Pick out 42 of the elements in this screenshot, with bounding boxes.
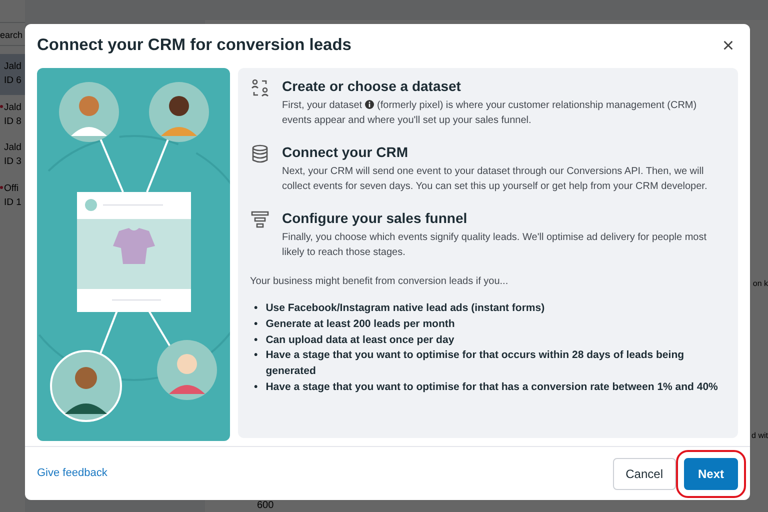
benefit-item: Have a stage that you want to optimise for that has a conversion rate between 1% and 40% [266,380,718,395]
dataset-icon [250,78,270,98]
info-icon[interactable] [365,100,374,109]
step-title: Connect your CRM [282,143,409,162]
database-icon [250,144,270,164]
benefit-item: Can upload data at least once per day [266,332,454,348]
intro-text: Your business might benefit from conversion leads if you... [250,275,510,289]
benefit-item: Generate at least 200 leads per month [266,316,455,332]
item-id: ID 8 [4,114,22,129]
step-description: Finally, you choose which events signify quality leads. We'll optimise ad delivery for people most likely to reach those stages. [282,231,708,260]
bullet-mark: • [254,348,258,364]
item-title: Jald [4,60,22,74]
dialog-title: Connect your CRM for conversion leads [37,36,352,56]
item-title: Jald [4,100,22,114]
benefit-item: Have a stage that you want to optimise for that occurs within 28 days of leads being generated [266,348,686,379]
bullet-mark: • [254,301,258,316]
close-button[interactable]: × [718,36,738,56]
step-description: (formerly pixel) is where your customer relationship management (CRM) [377,100,697,111]
item-id: ID 1 [4,196,22,210]
list-item[interactable]: Offi ID 1 [0,176,25,216]
step-description: First, your dataset [282,100,362,111]
step-description: Next, your CRM will send one event to your dataset through our Conversions API. Then, we will collect events for seven days. You can set this up yourself or get help from your CRM developer. [282,165,708,194]
step-description: events appear and where you'll set up your sales funnel. [282,114,532,128]
list-item[interactable]: Jald ID 3 [0,135,25,176]
item-id: ID 6 [4,74,22,88]
feedback-link[interactable]: Give feedback [37,465,108,482]
benefit-item: Use Facebook/Instagram native lead ads (instant forms) [266,301,545,316]
list-item[interactable]: Jald ID 6 [0,54,25,94]
step-title: Configure your sales funnel [282,209,468,228]
list-item[interactable]: Jald ID 8 [0,94,25,135]
bullet-mark: • [254,316,258,332]
step-title: Create or choose a dataset [282,77,462,96]
item-title: Jald [4,141,22,155]
item-id: ID 3 [4,155,22,170]
funnel-icon [250,210,270,230]
bullet-mark: • [254,332,258,348]
text-fragment: on k [752,278,768,290]
item-title: Offi [4,182,20,196]
axis-label: 600 [257,501,274,511]
text-fragment: d wit [752,430,768,442]
cancel-button[interactable]: Cancel [612,458,676,490]
bullet-mark: • [254,380,258,395]
